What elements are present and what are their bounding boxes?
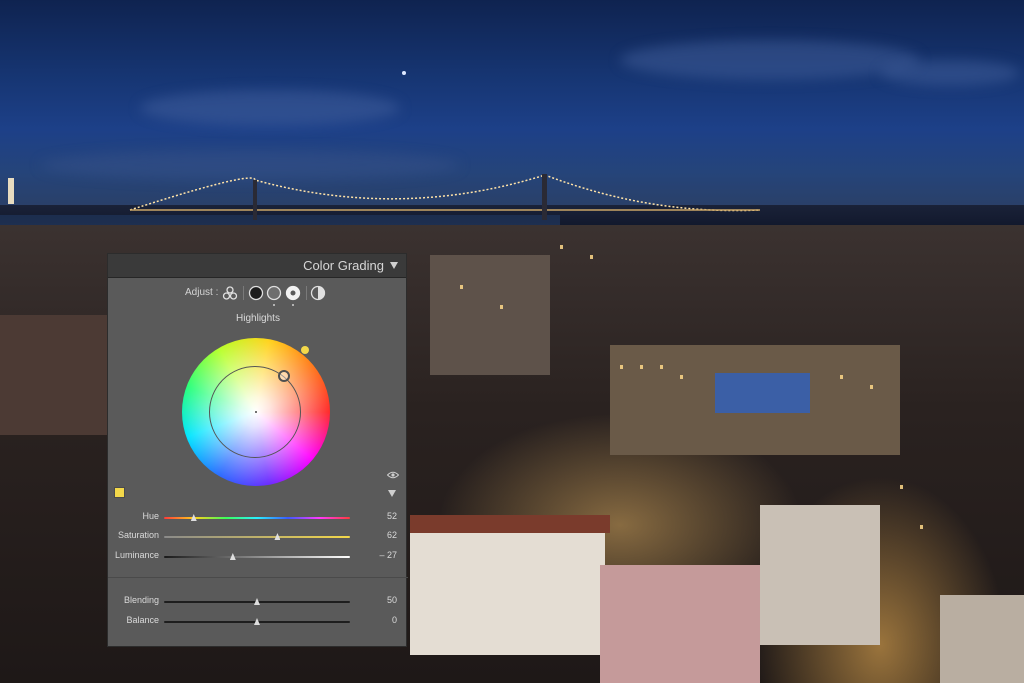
- slider-track-saturation[interactable]: [164, 536, 350, 538]
- slider-value-hue[interactable]: 52: [387, 511, 397, 521]
- slider-value-saturation[interactable]: 62: [387, 530, 397, 540]
- midtones-icon[interactable]: [266, 285, 282, 301]
- highlights-icon[interactable]: [285, 285, 301, 301]
- wheel-center: [255, 411, 257, 413]
- slider-label-balance: Balance: [126, 615, 159, 625]
- slider-value-balance[interactable]: 0: [392, 615, 397, 625]
- panel-header[interactable]: Color Grading: [108, 254, 406, 278]
- adjust-label: Adjust :: [185, 287, 219, 298]
- hue-handle[interactable]: [301, 346, 309, 354]
- slider-track-luminance[interactable]: [164, 556, 350, 558]
- three-way-icon[interactable]: [222, 285, 238, 301]
- section-divider: [108, 577, 408, 578]
- slider-label-saturation: Saturation: [117, 530, 159, 540]
- slider-label-blending: Blending: [123, 595, 159, 605]
- color-swatch[interactable]: [114, 487, 125, 498]
- global-icon[interactable]: [310, 285, 326, 301]
- slider-row-hue: Hue 52: [108, 511, 408, 525]
- slider-row-balance: Balance 0: [108, 615, 408, 629]
- panel-title: Color Grading: [303, 258, 384, 273]
- slider-row-blending: Blending 50: [108, 595, 408, 609]
- slider-value-luminance[interactable]: – 27: [379, 550, 397, 560]
- shadows-icon[interactable]: [248, 285, 264, 301]
- expand-triangle-icon[interactable]: [388, 490, 396, 497]
- color-grading-panel: Color Grading Adjust : Highlights Hue 52…: [107, 253, 408, 647]
- highlights-color-wheel[interactable]: [182, 338, 330, 486]
- adjust-mode-bar: Adjust :: [108, 284, 408, 306]
- eye-icon[interactable]: [387, 471, 399, 479]
- slider-row-saturation: Saturation 62: [108, 530, 408, 544]
- slider-row-luminance: Luminance – 27: [108, 550, 408, 564]
- slider-value-blending[interactable]: 50: [387, 595, 397, 605]
- section-label-highlights: Highlights: [236, 313, 280, 324]
- slider-label-hue: Hue: [142, 511, 159, 521]
- collapse-triangle-icon[interactable]: [390, 262, 398, 269]
- wheel-handle[interactable]: [278, 370, 290, 382]
- slider-label-luminance: Luminance: [114, 550, 159, 560]
